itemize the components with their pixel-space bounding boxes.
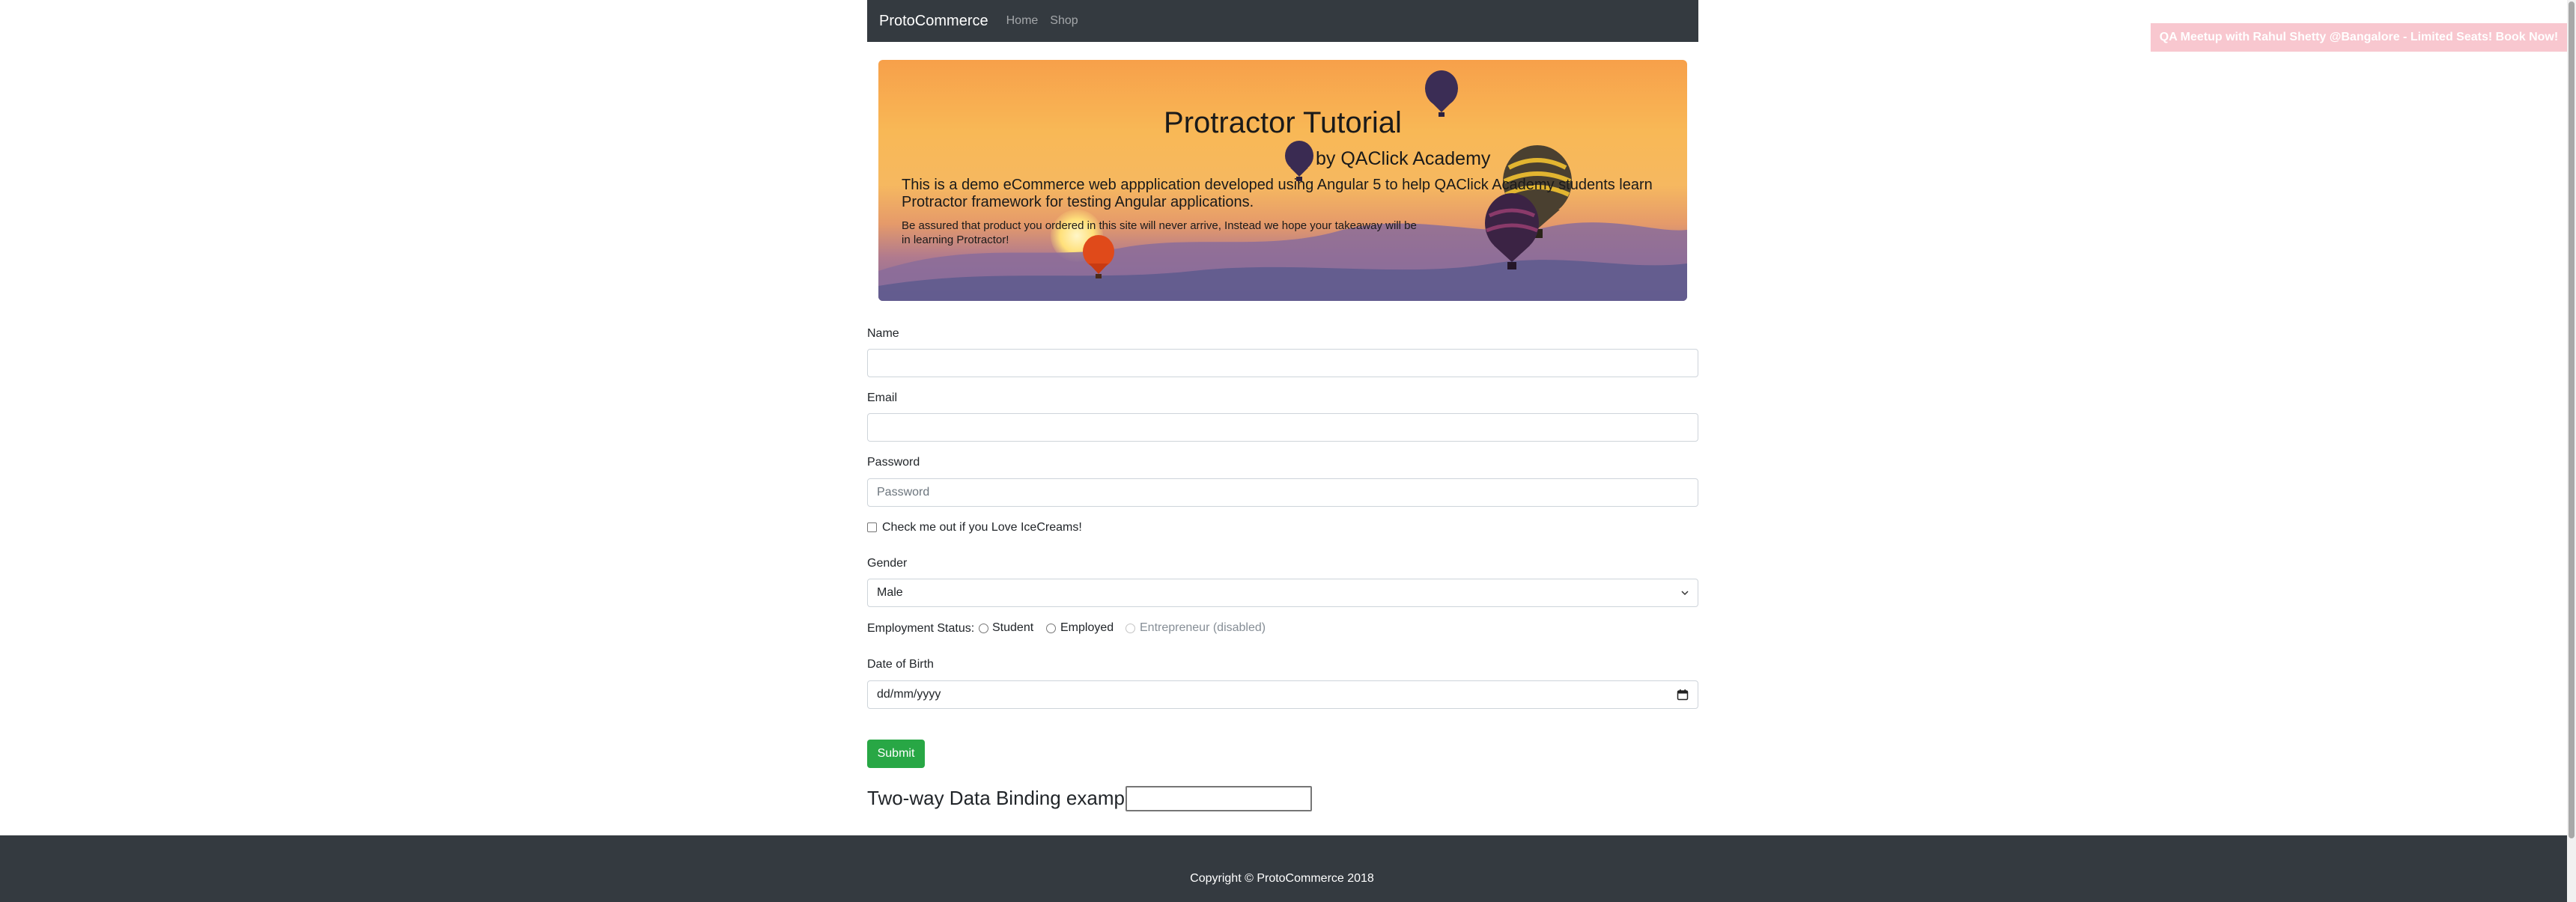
name-field[interactable] <box>867 349 1698 377</box>
radio-entrepreneur-label: Entrepreneur (disabled) <box>1140 621 1266 634</box>
gender-select[interactable]: Male <box>867 579 1698 607</box>
submit-button[interactable]: Submit <box>867 740 925 768</box>
nav-link-shop[interactable]: Shop <box>1050 14 1078 28</box>
radio-student[interactable] <box>979 624 988 633</box>
dob-label: Date of Birth <box>867 658 934 671</box>
employment-label: Employment Status: <box>867 622 975 635</box>
radio-employed[interactable] <box>1046 624 1056 633</box>
email-label: Email <box>867 391 898 404</box>
password-placeholder: Password <box>877 486 930 499</box>
password-label: Password <box>867 456 920 469</box>
icecream-checkbox[interactable] <box>867 522 877 532</box>
gender-selected-value: Male <box>877 586 903 599</box>
hero-title: Protractor Tutorial <box>1164 106 1402 139</box>
hero-description: This is a demo eCommerce web appplicatio… <box>902 177 1653 210</box>
chevron-down-icon <box>1681 591 1689 596</box>
radio-employed-label: Employed <box>1060 621 1114 634</box>
radio-entrepreneur <box>1126 624 1135 633</box>
footer <box>0 835 2567 902</box>
dob-field[interactable]: dd/mm/yyyy <box>867 680 1698 709</box>
email-field[interactable] <box>867 413 1698 442</box>
nav-link-home[interactable]: Home <box>1006 14 1039 28</box>
icecream-checkbox-label: Check me out if you Love IceCreams! <box>882 521 1082 534</box>
hero-note: Be assured that product you ordered in t… <box>902 219 1417 246</box>
password-field[interactable]: Password <box>867 478 1698 507</box>
navbar: ProtoCommerce Home Shop <box>867 0 1698 42</box>
scrollbar-thumb[interactable] <box>2569 1 2575 838</box>
footer-copyright: Copyright © ProtoCommerce 2018 <box>1190 872 1374 885</box>
gender-label: Gender <box>867 557 908 570</box>
promo-banner[interactable]: QA Meetup with Rahul Shetty @Bangalore -… <box>2151 23 2567 52</box>
name-label: Name <box>867 327 899 340</box>
two-way-binding-input[interactable] <box>1126 786 1312 811</box>
dob-placeholder: dd/mm/yyyy <box>877 688 941 701</box>
calendar-icon[interactable] <box>1677 689 1689 701</box>
hero-subtitle: by QAClick Academy <box>1316 148 1491 169</box>
hero-banner: Protractor Tutorial by QAClick Academy T… <box>878 60 1687 301</box>
brand-link[interactable]: ProtoCommerce <box>879 13 988 30</box>
two-way-binding-label: Two-way Data Binding example: <box>867 787 1146 809</box>
radio-student-label: Student <box>992 621 1034 634</box>
